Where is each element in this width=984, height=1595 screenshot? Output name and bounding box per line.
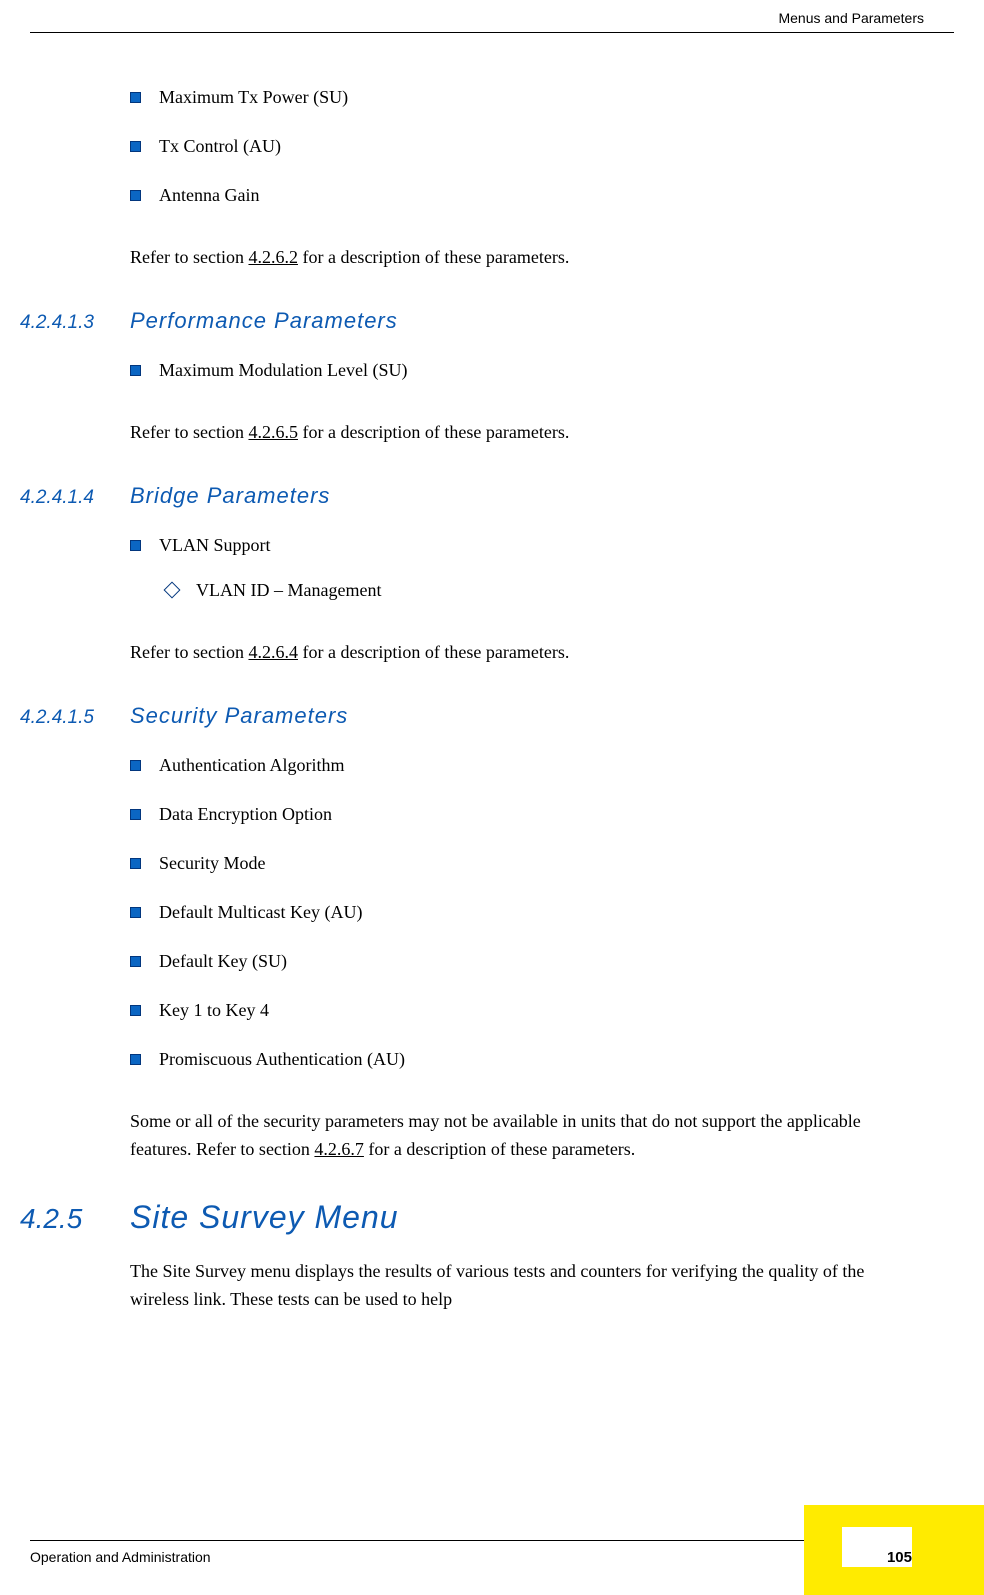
refer-suffix: for a description of these parameters. bbox=[298, 642, 569, 662]
heading-title: Security Parameters bbox=[130, 703, 348, 729]
heading-number: 4.2.4.1.4 bbox=[0, 487, 130, 509]
refer-prefix: Refer to section bbox=[130, 422, 248, 442]
bullet-text: Antenna Gain bbox=[159, 185, 259, 206]
list-item: Promiscuous Authentication (AU) bbox=[0, 1035, 894, 1084]
bullet-text: VLAN Support bbox=[159, 535, 271, 556]
paragraph: The Site Survey menu displays the result… bbox=[0, 1248, 894, 1326]
square-bullet-icon bbox=[130, 809, 141, 820]
list-item: Antenna Gain bbox=[0, 171, 894, 220]
paragraph: Refer to section 4.2.6.2 for a descripti… bbox=[0, 220, 894, 284]
square-bullet-icon bbox=[130, 1005, 141, 1016]
page-number: 105 bbox=[887, 1549, 912, 1566]
refer-suffix: for a description of these parameters. bbox=[298, 422, 569, 442]
section-link[interactable]: 4.2.6.4 bbox=[248, 642, 298, 662]
footer-left: Operation and Administration bbox=[30, 1549, 211, 1565]
section-link[interactable]: 4.2.6.7 bbox=[314, 1139, 364, 1159]
sub-list-item: VLAN ID – Management bbox=[0, 570, 894, 615]
bullet-text: Key 1 to Key 4 bbox=[159, 1000, 269, 1021]
bullet-text: Default Key (SU) bbox=[159, 951, 287, 972]
refer-prefix: Refer to section bbox=[130, 642, 248, 662]
heading-title: Bridge Parameters bbox=[130, 483, 330, 509]
bullet-text: Default Multicast Key (AU) bbox=[159, 902, 362, 923]
page-number-box: 105 bbox=[842, 1527, 912, 1567]
square-bullet-icon bbox=[130, 858, 141, 869]
heading: 4.2.4.1.4 Bridge Parameters bbox=[0, 459, 894, 521]
refer-suffix: for a description of these parameters. bbox=[298, 247, 569, 267]
square-bullet-icon bbox=[130, 540, 141, 551]
square-bullet-icon bbox=[130, 760, 141, 771]
bullet-text: Maximum Tx Power (SU) bbox=[159, 87, 348, 108]
heading-number: 4.2.4.1.5 bbox=[0, 707, 130, 729]
square-bullet-icon bbox=[130, 1054, 141, 1065]
diamond-bullet-icon bbox=[164, 582, 181, 599]
paragraph: Refer to section 4.2.6.5 for a descripti… bbox=[0, 395, 894, 459]
square-bullet-icon bbox=[130, 907, 141, 918]
square-bullet-icon bbox=[130, 141, 141, 152]
heading: 4.2.4.1.3 Performance Parameters bbox=[0, 284, 894, 346]
bullet-text: VLAN ID – Management bbox=[196, 580, 381, 601]
bullet-text: Maximum Modulation Level (SU) bbox=[159, 360, 407, 381]
bullet-text: Authentication Algorithm bbox=[159, 755, 344, 776]
bullet-text: Security Mode bbox=[159, 853, 265, 874]
list-item: VLAN Support bbox=[0, 521, 894, 570]
list-item: Security Mode bbox=[0, 839, 894, 888]
heading-title: Performance Parameters bbox=[130, 308, 398, 334]
heading-number: 4.2.4.1.3 bbox=[0, 312, 130, 334]
list-item: Default Multicast Key (AU) bbox=[0, 888, 894, 937]
heading: 4.2.4.1.5 Security Parameters bbox=[0, 679, 894, 741]
square-bullet-icon bbox=[130, 956, 141, 967]
page-content: Maximum Tx Power (SU) Tx Control (AU) An… bbox=[0, 33, 984, 1326]
list-item: Key 1 to Key 4 bbox=[0, 986, 894, 1035]
list-item: Maximum Modulation Level (SU) bbox=[0, 346, 894, 395]
section-link[interactable]: 4.2.6.5 bbox=[248, 422, 298, 442]
bullet-text: Data Encryption Option bbox=[159, 804, 332, 825]
paragraph: Some or all of the security parameters m… bbox=[0, 1084, 894, 1176]
page-header: Menus and Parameters bbox=[30, 0, 954, 33]
square-bullet-icon bbox=[130, 92, 141, 103]
heading-title: Site Survey Menu bbox=[130, 1199, 399, 1236]
refer-prefix: Refer to section bbox=[130, 247, 248, 267]
list-item: Maximum Tx Power (SU) bbox=[0, 73, 894, 122]
list-item: Authentication Algorithm bbox=[0, 741, 894, 790]
bullet-text: Promiscuous Authentication (AU) bbox=[159, 1049, 405, 1070]
heading-major: 4.2.5 Site Survey Menu bbox=[0, 1175, 894, 1248]
refer-suffix: for a description of these parameters. bbox=[364, 1139, 635, 1159]
list-item: Tx Control (AU) bbox=[0, 122, 894, 171]
bullet-text: Tx Control (AU) bbox=[159, 136, 281, 157]
heading-number: 4.2.5 bbox=[0, 1203, 130, 1235]
square-bullet-icon bbox=[130, 190, 141, 201]
header-title: Menus and Parameters bbox=[778, 10, 924, 26]
paragraph: Refer to section 4.2.6.4 for a descripti… bbox=[0, 615, 894, 679]
section-link[interactable]: 4.2.6.2 bbox=[248, 247, 298, 267]
list-item: Default Key (SU) bbox=[0, 937, 894, 986]
square-bullet-icon bbox=[130, 365, 141, 376]
list-item: Data Encryption Option bbox=[0, 790, 894, 839]
